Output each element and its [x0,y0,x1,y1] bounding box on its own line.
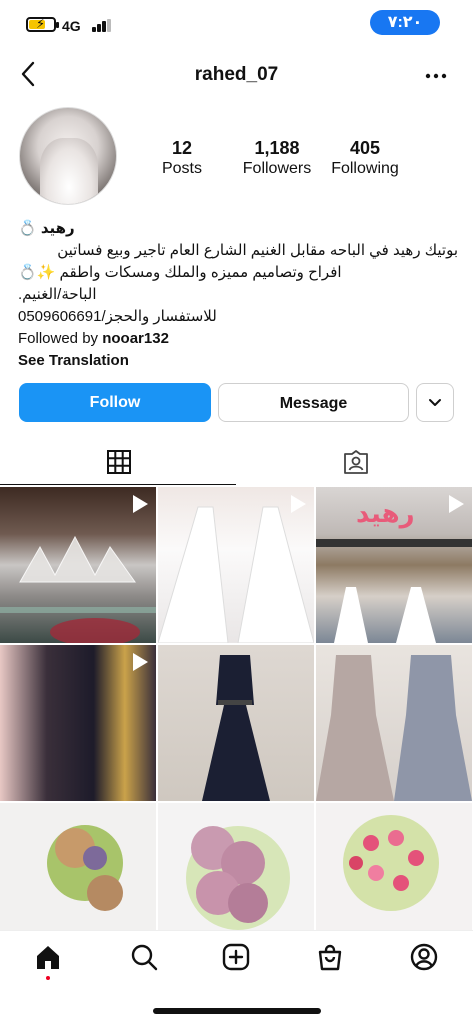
tab-tagged[interactable] [237,440,473,484]
home-indicator [153,1008,321,1014]
suggested-accounts-button[interactable] [416,383,454,422]
shopping-bag-icon [318,944,342,971]
post-thumbnail[interactable] [158,645,314,801]
avatar[interactable] [19,107,117,205]
video-icon [133,653,148,671]
post-thumbnail[interactable]: رهيد [316,487,472,643]
video-icon [291,495,306,513]
svg-text:رهيد: رهيد [356,499,415,529]
post-thumbnail[interactable] [0,645,156,801]
battery-icon: ⚡ [26,16,59,32]
video-icon [449,495,464,513]
post-thumbnail[interactable] [158,487,314,643]
profile-icon [410,943,438,971]
chevron-down-icon [429,399,441,406]
post-thumbnail[interactable] [0,487,156,643]
search-icon [131,944,158,971]
nav-shop[interactable] [316,943,344,971]
plus-square-icon [222,943,250,971]
profile-display-name: رهيد 💍 [18,220,75,237]
notification-dot [46,976,50,980]
bio-line: الباحة/الغنيم. [18,286,97,303]
home-icon [37,946,59,969]
posts-count: 12 [171,138,193,158]
more-options-button[interactable] [424,66,448,86]
bio-line: للاستفسار والحجز/0509606691 [18,308,217,325]
bottom-navigation [0,930,473,1024]
nav-create[interactable] [222,943,250,971]
nav-home[interactable] [34,943,62,971]
stat-followers[interactable]: 1,188 Followers [232,137,322,179]
status-bar: ⚡ 4G ٧:٢٠ [0,0,473,48]
message-button[interactable]: Message [218,383,409,422]
profile-username: rahed_07 [194,64,279,85]
profile-bio: رهيد 💍 بوتيك رهيد في الباحه مقابل الغنيم… [18,218,458,372]
followed-by-user[interactable]: nooar132 [102,330,169,347]
network-type: 4G [62,18,81,34]
grid-icon [107,450,131,474]
follow-button[interactable]: Follow [19,383,211,422]
stat-following[interactable]: 405 Following [328,137,402,179]
post-thumbnail[interactable] [316,645,472,801]
bio-line: بوتيك رهيد في الباحه مقابل الغنيم الشارع… [57,242,458,259]
tagged-person-icon [344,450,368,474]
tab-grid[interactable] [0,440,236,484]
navy-gown-image [202,655,270,801]
more-horizontal-icon [425,73,447,79]
bio-line: افراح وتصاميم مميزه والملك ومسكات واطقم … [18,264,342,281]
embellished-gowns-image [316,655,472,801]
see-translation-link[interactable]: See Translation [18,350,458,372]
status-time: ٧:٢٠ [370,10,440,35]
signal-icon [92,19,112,32]
following-count: 405 [349,138,381,158]
followers-label: Followers [242,160,312,177]
stat-posts[interactable]: 12 Posts [152,137,212,179]
followed-by-prefix: Followed by [18,330,103,347]
posts-label: Posts [161,160,202,177]
followed-by[interactable]: Followed by nooar132 [18,328,458,350]
nav-profile[interactable] [410,943,438,971]
video-icon [133,495,148,513]
following-label: Following [331,160,399,177]
followers-count: 1,188 [254,138,300,158]
nav-search[interactable] [130,943,158,971]
active-tab-indicator [0,484,236,485]
